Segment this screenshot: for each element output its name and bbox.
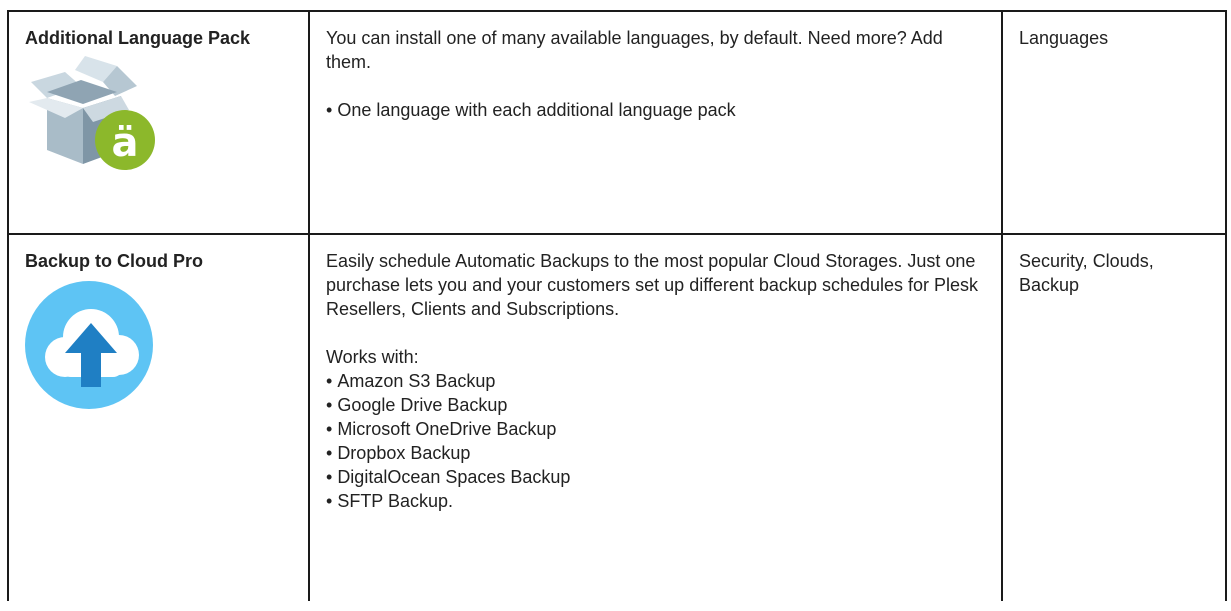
feature-list: Amazon S3 Backup Google Drive Backup Mic… <box>326 369 985 513</box>
list-item: Microsoft OneDrive Backup <box>326 417 985 441</box>
list-item: Dropbox Backup <box>326 441 985 465</box>
extension-name-cell: Additional Language Pack ä <box>7 10 310 235</box>
extension-category-cell: Languages <box>1001 10 1227 235</box>
extension-category-cell: Security, Clouds, Backup <box>1001 233 1227 601</box>
cloud-upload-icon <box>25 281 153 409</box>
table-row: Additional Language Pack ä You can insta… <box>7 10 1227 235</box>
extension-categories: Languages <box>1019 28 1109 48</box>
list-item: SFTP Backup. <box>326 489 985 513</box>
extension-description-cell: You can install one of many available la… <box>308 10 1003 235</box>
list-item: Amazon S3 Backup <box>326 369 985 393</box>
feature-list: One language with each additional langua… <box>326 98 985 122</box>
extension-name: Backup to Cloud Pro <box>25 251 204 271</box>
extension-name: Additional Language Pack <box>25 28 251 48</box>
list-item: DigitalOcean Spaces Backup <box>326 465 985 489</box>
list-item: Google Drive Backup <box>326 393 985 417</box>
extension-description: You can install one of many available la… <box>326 28 943 72</box>
table-row: Backup to Cloud Pro Easily schedule Auto… <box>7 233 1227 601</box>
extension-name-cell: Backup to Cloud Pro <box>7 233 310 601</box>
language-pack-box-icon: ä <box>29 56 155 170</box>
extension-description-cell: Easily schedule Automatic Backups to the… <box>308 233 1003 601</box>
extension-description: Easily schedule Automatic Backups to the… <box>326 251 979 319</box>
extension-categories: Security, Clouds, Backup <box>1019 251 1154 295</box>
extensions-table: Additional Language Pack ä You can insta… <box>7 10 1227 601</box>
badge-letter: ä <box>112 120 139 166</box>
works-with-label: Works with: <box>326 347 419 367</box>
list-item: One language with each additional langua… <box>326 98 985 122</box>
